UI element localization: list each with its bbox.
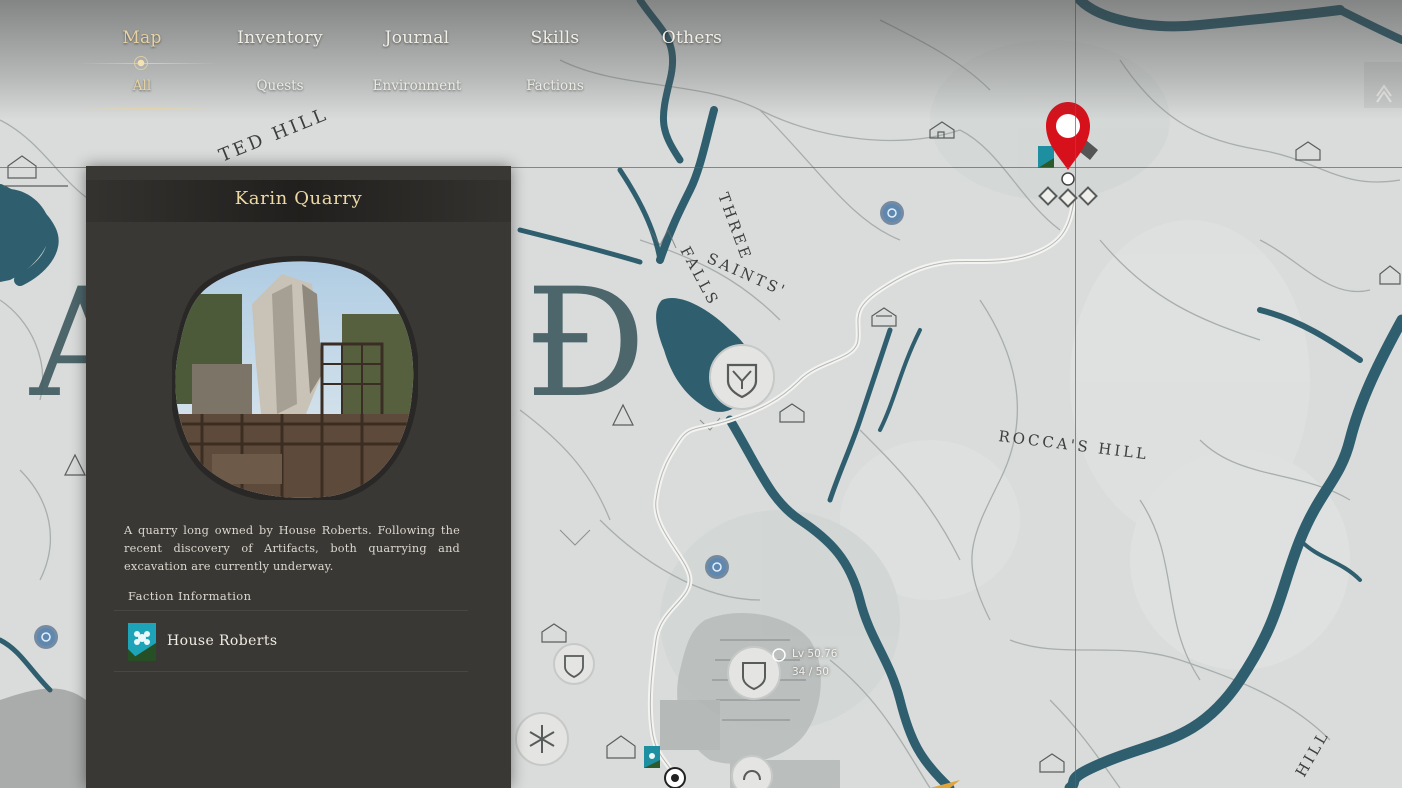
tab-inventory[interactable]: Inventory xyxy=(237,28,323,48)
waypoint-shrine-icon[interactable] xyxy=(705,555,729,579)
eagle-crest-marker[interactable] xyxy=(709,344,775,410)
location-title: Karin Quarry xyxy=(234,188,363,209)
eagle-crest-marker[interactable] xyxy=(553,643,595,685)
settlement-level-text: Lv 50.76 xyxy=(792,648,838,660)
subtab-environment[interactable]: Environment xyxy=(373,78,462,94)
snowflake-marker[interactable] xyxy=(515,712,569,766)
subtab-all[interactable]: All xyxy=(133,78,151,94)
active-tab-underline xyxy=(78,63,218,64)
location-illustration xyxy=(172,255,418,500)
tab-skills[interactable]: Skills xyxy=(531,28,580,48)
faction-info-heading: Faction Information xyxy=(128,589,252,603)
waypoint-shrine-icon[interactable] xyxy=(34,625,58,649)
active-tab-indicator-icon xyxy=(134,56,148,70)
tab-journal[interactable]: Journal xyxy=(385,28,450,48)
house-roberts-crest-icon xyxy=(128,623,156,661)
level-icon xyxy=(772,648,786,662)
tab-others[interactable]: Others xyxy=(662,28,722,48)
faction-flag-icon xyxy=(644,746,660,768)
faction-name: House Roberts xyxy=(167,633,278,649)
player-location-icon xyxy=(664,767,686,788)
terrain-dark-patch xyxy=(0,688,86,788)
subtab-factions[interactable]: Factions xyxy=(526,78,584,94)
location-description: A quarry long owned by House Roberts. Fo… xyxy=(124,524,460,573)
top-navigation: Map Inventory Journal Skills Others All … xyxy=(0,0,1402,120)
lion-crest-marker[interactable] xyxy=(731,755,773,788)
active-subtab-underline xyxy=(78,108,218,109)
location-info-panel: Karin Quarry A quarry long owned by Hous… xyxy=(86,166,511,788)
waypoint-shrine-icon[interactable] xyxy=(880,201,904,225)
subtab-quests[interactable]: Quests xyxy=(256,78,303,94)
tab-map[interactable]: Map xyxy=(122,28,161,48)
region-letter-right: Đ xyxy=(525,257,646,431)
settlement-level-badge: Lv 50.76 34 / 50 xyxy=(770,644,840,684)
settlement-progress-text: 34 / 50 xyxy=(792,666,829,678)
diamond-markers-icon xyxy=(1038,186,1098,208)
faction-entry-house-roberts[interactable]: House Roberts xyxy=(114,610,468,672)
